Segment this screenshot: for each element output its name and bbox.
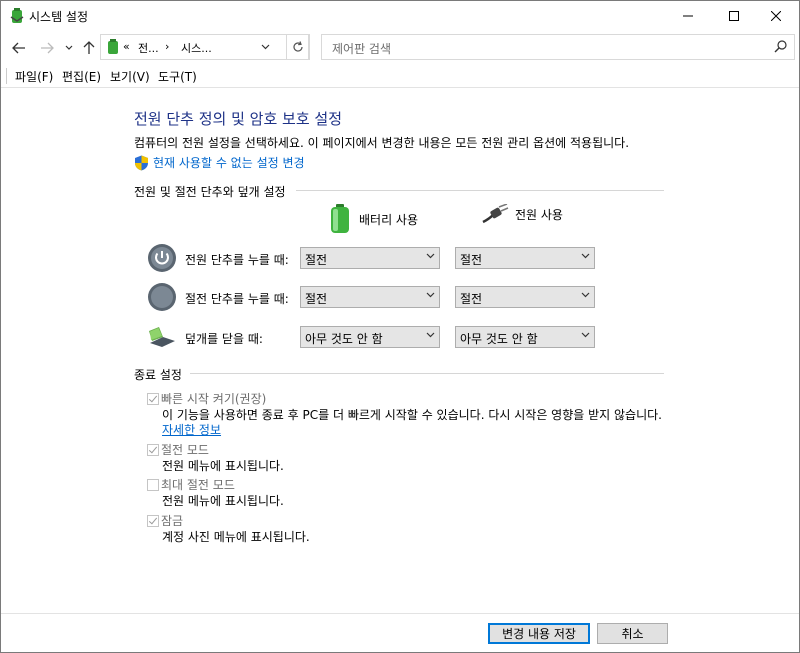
sleep-description: 전원 메뉴에 표시됩니다. <box>162 459 284 473</box>
change-settings-label[interactable]: 현재 사용할 수 없는 설정 변경 <box>153 154 305 171</box>
battery-column-label: 배터리 사용 <box>359 212 419 227</box>
lid-close-battery-select[interactable]: 아무 것도 안 함 <box>300 326 440 348</box>
fast-startup-checkbox[interactable] <box>147 392 159 405</box>
minimize-button[interactable] <box>665 1 711 31</box>
selected-value: 아무 것도 안 함 <box>305 332 383 346</box>
section-heading: 종료 설정 <box>134 368 182 382</box>
plugged-column-label: 전원 사용 <box>515 207 563 222</box>
maximize-icon <box>729 11 739 21</box>
fast-startup-label: 빠른 시작 켜기(권장) <box>161 392 267 406</box>
section-divider <box>190 373 664 374</box>
breadcrumb-overflow[interactable]: « <box>123 40 130 53</box>
chevron-down-icon <box>581 292 590 298</box>
fast-startup-option: 빠른 시작 켜기(권장) <box>147 390 266 407</box>
sleep-label: 절전 모드 <box>161 443 209 457</box>
search-icon <box>774 40 787 53</box>
lock-description: 계정 사진 메뉴에 표시됩니다. <box>162 530 310 544</box>
power-button-plugged-select[interactable]: 절전 <box>455 247 595 269</box>
lid-close-label: 덮개를 닫을 때: <box>185 332 263 346</box>
sleep-button-plugged-select[interactable]: 절전 <box>455 286 595 308</box>
close-button[interactable] <box>753 1 799 31</box>
selected-value: 절전 <box>460 253 483 267</box>
sleep-checkbox[interactable] <box>147 443 159 456</box>
up-arrow-icon <box>83 41 95 54</box>
section-heading: 전원 및 절전 단추와 덮개 설정 <box>134 185 286 199</box>
chevron-down-icon[interactable] <box>261 44 270 50</box>
power-plug-icon <box>482 204 509 224</box>
maximize-button[interactable] <box>711 1 757 31</box>
power-options-icon <box>108 39 118 54</box>
hibernate-checkbox[interactable] <box>147 478 159 491</box>
chevron-down-icon <box>426 292 435 298</box>
breadcrumb-separator: › <box>165 40 170 53</box>
selected-value: 절전 <box>305 253 328 267</box>
chevron-down-icon <box>426 253 435 259</box>
battery-icon <box>331 204 349 233</box>
breadcrumb-item[interactable]: 시스... <box>181 40 212 56</box>
power-options-app-icon <box>10 8 24 23</box>
refresh-icon <box>293 41 303 52</box>
cancel-button[interactable]: 취소 <box>597 623 668 644</box>
hibernate-option: 최대 절전 모드 <box>147 476 235 493</box>
lock-option: 잠금 <box>147 512 183 529</box>
selected-value: 아무 것도 안 함 <box>460 332 538 346</box>
battery-column-header: 배터리 사용 <box>329 204 418 234</box>
sleep-option: 절전 모드 <box>147 441 209 458</box>
sleep-button-battery-select[interactable]: 절전 <box>300 286 440 308</box>
fast-startup-description: 이 기능을 사용하면 종료 후 PC를 더 빠르게 시작할 수 있습니다. 다시… <box>162 408 662 422</box>
save-changes-button[interactable]: 변경 내용 저장 <box>488 623 590 644</box>
selected-value: 절전 <box>305 292 328 306</box>
menu-bar: 파일(F) 편집(E) 보기(V) 도구(T) <box>1 65 799 88</box>
power-button-battery-select[interactable]: 절전 <box>300 247 440 269</box>
page-title: 전원 단추 정의 및 암호 보호 설정 <box>134 110 343 128</box>
power-button-icon <box>148 244 176 272</box>
change-unavailable-settings-link[interactable]: 현재 사용할 수 없는 설정 변경 <box>134 154 305 171</box>
search-box[interactable]: 제어판 검색 <box>321 34 795 60</box>
plugged-column-header: 전원 사용 <box>481 204 563 224</box>
footer-divider <box>1 613 799 614</box>
power-button-label: 전원 단추를 누를 때: <box>185 253 289 267</box>
forward-button[interactable] <box>39 40 55 56</box>
window: 시스템 설정 « 전... › 시스... 제어판 검색 파일(F) 편집(E)… <box>0 0 800 653</box>
lock-checkbox[interactable] <box>147 514 159 527</box>
up-button[interactable] <box>81 40 97 56</box>
uac-shield-icon <box>135 155 148 170</box>
menu-tools[interactable]: 도구(T) <box>158 68 197 85</box>
sleep-button-label: 절전 단추를 누를 때: <box>185 292 289 306</box>
hibernate-description: 전원 메뉴에 표시됩니다. <box>162 494 284 508</box>
selected-value: 절전 <box>460 292 483 306</box>
back-button[interactable] <box>11 40 27 56</box>
title-bar: 시스템 설정 <box>1 1 799 31</box>
menu-grip <box>6 68 7 84</box>
page-description: 컴퓨터의 전원 설정을 선택하세요. 이 페이지에서 변경한 내용은 모든 전원… <box>134 136 630 150</box>
menu-file[interactable]: 파일(F) <box>15 68 53 85</box>
address-bar[interactable]: « 전... › 시스... <box>100 34 309 60</box>
section-divider <box>296 190 664 191</box>
menu-view[interactable]: 보기(V) <box>110 68 150 85</box>
window-title: 시스템 설정 <box>29 10 89 24</box>
recent-locations-button[interactable] <box>61 40 77 56</box>
refresh-button[interactable] <box>286 34 310 60</box>
chevron-down-icon <box>65 45 73 50</box>
power-section-header: 전원 및 절전 단추와 덮개 설정 <box>134 183 664 200</box>
chevron-down-icon <box>426 332 435 338</box>
shutdown-section-header: 종료 설정 <box>134 366 664 383</box>
more-info-link[interactable]: 자세한 정보 <box>162 421 221 438</box>
chevron-down-icon <box>581 332 590 338</box>
hibernate-label: 최대 절전 모드 <box>161 478 235 492</box>
menu-edit[interactable]: 편집(E) <box>62 68 101 85</box>
search-input[interactable]: 제어판 검색 <box>332 40 391 57</box>
back-arrow-icon <box>12 42 25 54</box>
breadcrumb-item[interactable]: 전... <box>138 40 159 56</box>
lid-close-plugged-select[interactable]: 아무 것도 안 함 <box>455 326 595 348</box>
lock-label: 잠금 <box>161 514 184 528</box>
forward-arrow-icon <box>41 42 54 54</box>
chevron-down-icon <box>581 253 590 259</box>
laptop-lid-icon <box>149 327 175 347</box>
sleep-button-icon <box>148 283 176 311</box>
minimize-icon <box>683 15 693 17</box>
close-icon <box>771 11 781 21</box>
